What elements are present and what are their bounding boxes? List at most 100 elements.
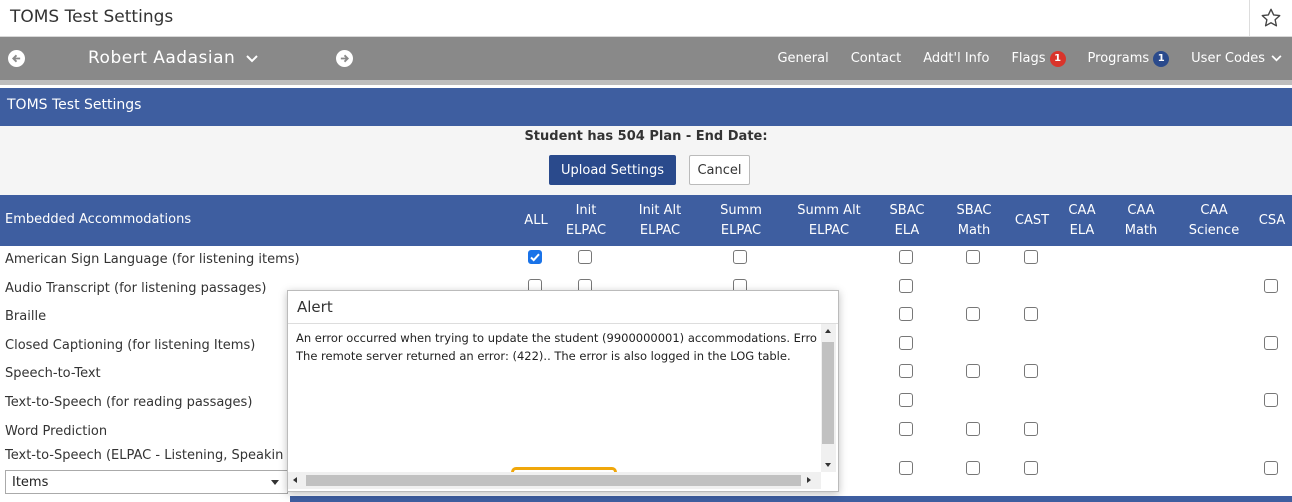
checkbox-asl-summ-elpac[interactable] [733,250,747,264]
header-line: ALL [524,213,548,228]
checkbox-tts-elpac-cast[interactable] [1024,461,1038,475]
checkmark-icon [530,253,540,262]
nav-user-codes[interactable]: User Codes [1191,51,1282,66]
checkbox-cc-sbac-ela[interactable] [899,336,913,350]
row-label-text-to-speech-reading: Text-to-Speech (for reading passages) [5,395,253,410]
scroll-down-icon[interactable] [825,463,831,467]
nav-contact[interactable]: Contact [851,51,902,66]
items-select-value: Items [12,475,49,490]
alert-header: Alert [288,291,838,324]
checkbox-asl-sbac-ela[interactable] [899,250,913,264]
checkbox-asl-sbac-math[interactable] [966,250,980,264]
checkbox-audio-sbac-ela[interactable] [899,279,913,293]
window-title: TOMS Test Settings [10,7,174,27]
checkbox-tts-elpac-csa[interactable] [1264,461,1278,475]
header-line: ELA [1069,223,1095,238]
scroll-right-icon[interactable] [807,477,811,483]
alert-message-line: An error occurred when trying to update … [296,331,817,345]
checkbox-tts-sbac-ela[interactable] [899,393,913,407]
checkbox-stt-cast[interactable] [1024,364,1038,378]
next-student-icon[interactable] [336,50,353,67]
row-label-word-prediction: Word Prediction [5,424,108,439]
checkbox-audio-csa[interactable] [1264,279,1278,293]
section-header: TOMS Test Settings [0,88,1292,126]
header-line: Summ [720,203,762,218]
header-line: CSA [1258,213,1286,228]
column-header-summ-alt-elpac: Summ Alt ELPAC [797,201,861,241]
scroll-left-icon[interactable] [293,477,297,483]
row-label-closed-captioning: Closed Captioning (for listening Items) [5,338,256,353]
checkbox-braille-sbac-math[interactable] [966,307,980,321]
nav-general[interactable]: General [777,51,828,66]
section-footer-band [290,496,1292,502]
header-line: CAA [1127,203,1155,218]
dropdown-arrow-icon [271,480,279,485]
header-line: ELPAC [639,223,681,238]
alert-dialog: Alert An error occurred when trying to u… [287,290,839,492]
star-icon[interactable] [1249,0,1292,36]
horizontal-scroll-thumb[interactable] [306,475,801,486]
student-name: Robert Aadasian [88,48,236,68]
nav-addtl-info[interactable]: Addt'l Info [923,51,989,66]
vertical-scrollbar[interactable] [821,324,836,472]
cancel-button[interactable]: Cancel [689,155,750,185]
horizontal-scrollbar[interactable] [288,472,821,489]
checkbox-asl-cast[interactable] [1024,250,1038,264]
nav-programs[interactable]: Programs 1 [1088,50,1170,67]
checkbox-braille-cast[interactable] [1024,307,1038,321]
row-label-speech-to-text: Speech-to-Text [5,366,101,381]
chevron-down-icon [1271,55,1282,62]
alert-message: An error occurred when trying to update … [296,329,817,365]
nav-user-codes-label: User Codes [1191,51,1265,66]
header-line: Science [1188,223,1240,238]
header-line: Init Alt [638,203,682,218]
header-line: SBAC [956,203,992,218]
column-header-caa-science: CAA Science [1189,201,1239,241]
row-label-braille: Braille [5,309,47,324]
table-header: Embedded Accommodations ALL Init ELPAC In… [0,195,1292,246]
column-header-caa-ela: CAA ELA [1068,201,1095,241]
chevron-down-icon [246,55,258,63]
column-header-sbac-math: SBAC Math [957,201,992,241]
column-header-init-alt-elpac: Init Alt ELPAC [639,201,682,241]
flags-count-badge: 1 [1049,50,1066,67]
checkbox-asl-init-elpac[interactable] [578,250,592,264]
nav-divider [0,80,1292,85]
checkbox-tts-elpac-sbac-ela[interactable] [899,461,913,475]
student-menu: General Contact Addt'l Info Flags 1 Prog… [777,37,1282,80]
alert-title: Alert [297,298,333,316]
header-line: Summ Alt [797,203,861,218]
header-line: CAST [1014,213,1050,228]
alert-message-box: An error occurred when trying to update … [288,324,821,472]
upload-settings-button[interactable]: Upload Settings [549,155,676,185]
nav-flags-label: Flags [1011,51,1046,66]
items-select[interactable]: Items [5,470,288,494]
checkbox-wp-sbac-math[interactable] [966,422,980,436]
nav-flags[interactable]: Flags 1 [1011,50,1066,67]
checkbox-tts-csa[interactable] [1264,393,1278,407]
previous-student-icon[interactable] [8,50,25,67]
student-selector[interactable]: Robert Aadasian [88,48,258,68]
header-line: ELPAC [565,223,607,238]
checkbox-asl-all[interactable] [528,250,542,264]
checkbox-stt-sbac-ela[interactable] [899,364,913,378]
checkbox-wp-cast[interactable] [1024,422,1038,436]
header-line: SBAC [889,203,925,218]
header-line: CAA [1068,203,1096,218]
column-header-csa: CSA [1259,201,1285,231]
vertical-scroll-thumb[interactable] [822,342,834,444]
title-bar: TOMS Test Settings [0,0,1292,37]
column-header-summ-elpac: Summ ELPAC [720,201,762,241]
checkbox-tts-elpac-sbac-math[interactable] [966,461,980,475]
column-header-cast: CAST [1015,201,1049,231]
student-nav-bar: Robert Aadasian General Contact Addt'l I… [0,37,1292,80]
checkbox-stt-sbac-math[interactable] [966,364,980,378]
checkbox-braille-sbac-ela[interactable] [899,307,913,321]
checkbox-cc-csa[interactable] [1264,336,1278,350]
programs-count-badge: 1 [1153,50,1170,67]
checkbox-wp-sbac-ela[interactable] [899,422,913,436]
header-line: CAA [1200,203,1228,218]
scroll-up-icon[interactable] [825,329,831,333]
header-line: Init [575,203,597,218]
plan-status-text: Student has 504 Plan - End Date: [524,129,768,144]
